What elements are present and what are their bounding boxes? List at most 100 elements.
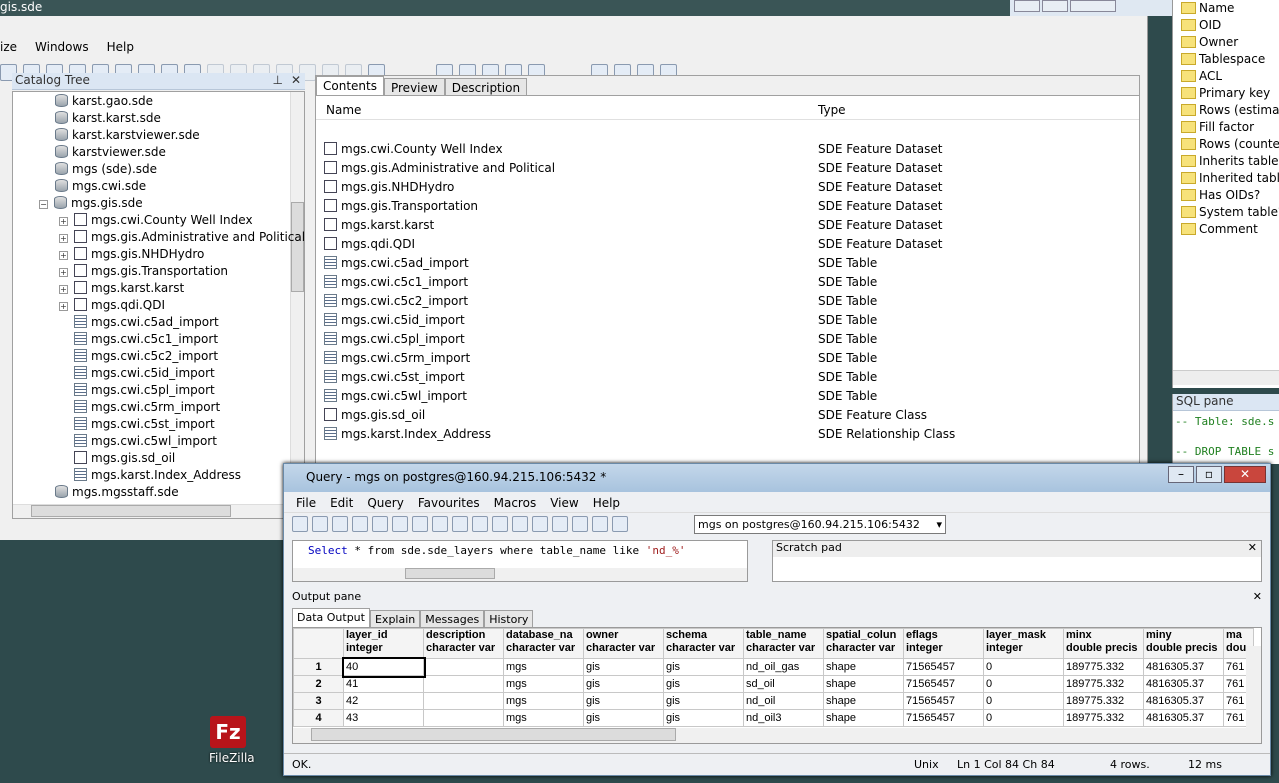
grid-cell[interactable]: shape	[823, 709, 904, 727]
grid-cell[interactable]: gis	[583, 692, 664, 710]
table-row[interactable]: 4 43 mgs gis gis nd_oil3 shape 71565457 0 189775.…	[293, 709, 1254, 727]
grid-cell[interactable]: 189775.332	[1063, 692, 1144, 710]
column-header[interactable]: eflags integer	[903, 628, 984, 659]
filezilla-label[interactable]: FileZilla	[209, 751, 255, 765]
grid-cell[interactable]: 43	[343, 709, 424, 727]
grid-cell[interactable]: 71565457	[903, 675, 984, 693]
grid-cell[interactable]: 71565457	[903, 692, 984, 710]
grid-cell[interactable]: 0	[983, 692, 1064, 710]
menu-item[interactable]: Edit	[330, 496, 353, 510]
content-row[interactable]: mgs.cwi.c5c2_import SDE Table	[324, 292, 1124, 311]
column-header[interactable]: schema character var	[663, 628, 744, 659]
tree-item[interactable]: mgs.cwi.c5wl_import	[74, 433, 217, 450]
menu-item[interactable]: ize	[0, 40, 17, 58]
column-header[interactable]: owner character var	[583, 628, 664, 659]
toolbar-button-icon[interactable]	[352, 516, 368, 532]
content-row[interactable]: mgs.cwi.c5wl_import SDE Table	[324, 387, 1124, 406]
column-header[interactable]: miny double precis	[1143, 628, 1224, 659]
tree-vertical-scrollbar[interactable]	[290, 92, 304, 504]
grid-cell[interactable]: nd_oil_gas	[743, 658, 824, 676]
content-row[interactable]: mgs.gis.Administrative and Political SDE …	[324, 159, 1124, 178]
column-header[interactable]: layer_mask integer	[983, 628, 1064, 659]
expander-icon[interactable]: +	[59, 285, 68, 294]
table-row[interactable]: 3 42 mgs gis gis nd_oil shape 71565457 0 189775.3…	[293, 692, 1254, 710]
toolbar-button-icon[interactable]	[412, 516, 428, 532]
expander-icon[interactable]: +	[59, 302, 68, 311]
column-header-type[interactable]: Type	[818, 103, 846, 117]
tab-description[interactable]: Description	[444, 78, 528, 95]
grid-cell[interactable]: mgs	[503, 709, 584, 727]
toolbar-button-icon[interactable]	[492, 516, 508, 532]
tree-item[interactable]: + mgs.qdi.QDI	[59, 297, 165, 314]
output-tab[interactable]: Messages	[420, 610, 485, 628]
properties-horizontal-scrollbar[interactable]	[1173, 370, 1279, 385]
grid-cell[interactable]: gis	[583, 709, 664, 727]
grid-cell[interactable]: 4816305.37	[1143, 692, 1224, 710]
column-header[interactable]: description character var	[423, 628, 504, 659]
column-header-name[interactable]: Name	[326, 103, 361, 117]
toolbar-button-icon[interactable]	[572, 516, 588, 532]
grid-cell[interactable]: mgs	[503, 658, 584, 676]
tree-item[interactable]: mgs.cwi.c5id_import	[74, 365, 215, 382]
grid-cell[interactable]: 0	[983, 675, 1064, 693]
tree-item[interactable]: + mgs.gis.Transportation	[59, 263, 228, 280]
tab-contents[interactable]: Contents	[316, 76, 384, 95]
grid-cell[interactable]: 0	[983, 658, 1064, 676]
menu-item[interactable]: Windows	[35, 40, 89, 58]
grid-cell[interactable]: gis	[583, 658, 664, 676]
grid-cell[interactable]: shape	[823, 675, 904, 693]
maximize-button[interactable]: ▫	[1196, 466, 1222, 483]
toolbar-button-icon[interactable]	[452, 516, 468, 532]
expander-icon[interactable]: +	[59, 268, 68, 277]
grid-horizontal-scrollbar[interactable]	[293, 728, 1261, 743]
property-item[interactable]: Comment	[1173, 221, 1279, 238]
property-item[interactable]: Tablespace	[1173, 51, 1279, 68]
grid-cell[interactable]: shape	[823, 692, 904, 710]
column-header[interactable]: database_na character var	[503, 628, 584, 659]
close-button[interactable]: ✕	[1224, 466, 1266, 483]
property-item[interactable]: Name	[1173, 0, 1279, 17]
toolbar-button-icon[interactable]	[532, 516, 548, 532]
tree-item[interactable]: karstviewer.sde	[55, 144, 166, 161]
tree-item[interactable]: mgs.cwi.c5st_import	[74, 416, 215, 433]
sql-editor[interactable]: Select * from sde.sde_layers where table…	[292, 540, 748, 582]
table-row[interactable]: 1 40 mgs gis gis nd_oil_gas shape 71565457 0 1897…	[293, 656, 1254, 678]
grid-cell[interactable]: 189775.332	[1063, 675, 1144, 693]
table-row[interactable]: 2 41 mgs gis gis sd_oil shape 71565457 0 189775.3…	[293, 675, 1254, 693]
tree-horizontal-scrollbar[interactable]	[13, 504, 304, 518]
property-item[interactable]: Inherited tables count	[1173, 170, 1279, 187]
property-item[interactable]: ACL	[1173, 68, 1279, 85]
content-row[interactable]: mgs.qdi.QDI SDE Feature Dataset	[324, 235, 1124, 254]
tree-item[interactable]: karst.karst.sde	[55, 110, 161, 127]
grid-cell[interactable]: 2	[293, 675, 344, 693]
menu-item[interactable]: Query	[367, 496, 403, 510]
grid-cell[interactable]: gis	[663, 692, 744, 710]
expander-icon[interactable]: +	[59, 217, 68, 226]
column-header[interactable]: spatial_colun character var	[823, 628, 904, 659]
toolbar-button-icon[interactable]	[472, 516, 488, 532]
property-item[interactable]: System table?	[1173, 204, 1279, 221]
grid-cell[interactable]: nd_oil	[743, 692, 824, 710]
grid-cell[interactable]: 4816305.37	[1143, 675, 1224, 693]
property-item[interactable]: Owner	[1173, 34, 1279, 51]
close-button[interactable]	[1070, 0, 1116, 12]
editor-horizontal-scrollbar[interactable]	[293, 568, 747, 581]
grid-vertical-scrollbar[interactable]	[1246, 646, 1261, 728]
grid-cell[interactable]: 0	[983, 709, 1064, 727]
tree-item[interactable]: mgs (sde).sde	[55, 161, 157, 178]
output-tab[interactable]: Data Output	[292, 608, 370, 628]
content-row[interactable]: mgs.gis.Transportation SDE Feature Datase…	[324, 197, 1124, 216]
content-row[interactable]: mgs.cwi.County Well Index SDE Feature Dat…	[324, 140, 1124, 159]
close-icon[interactable]: ✕	[291, 73, 301, 87]
grid-cell[interactable]: 4816305.37	[1143, 709, 1224, 727]
column-header[interactable]: layer_id integer	[343, 628, 424, 659]
tree-item[interactable]: + mgs.karst.karst	[59, 280, 184, 297]
toolbar-button-icon[interactable]	[592, 516, 608, 532]
output-tab[interactable]: Explain	[369, 610, 421, 628]
content-row[interactable]: mgs.cwi.c5c1_import SDE Table	[324, 273, 1124, 292]
tab-preview[interactable]: Preview	[383, 78, 445, 95]
tree-item[interactable]: + mgs.cwi.County Well Index	[59, 212, 253, 229]
tree-item[interactable]: karst.gao.sde	[55, 93, 153, 110]
tree-item[interactable]: karst.karstviewer.sde	[55, 127, 200, 144]
content-row[interactable]: mgs.cwi.c5rm_import SDE Table	[324, 349, 1124, 368]
